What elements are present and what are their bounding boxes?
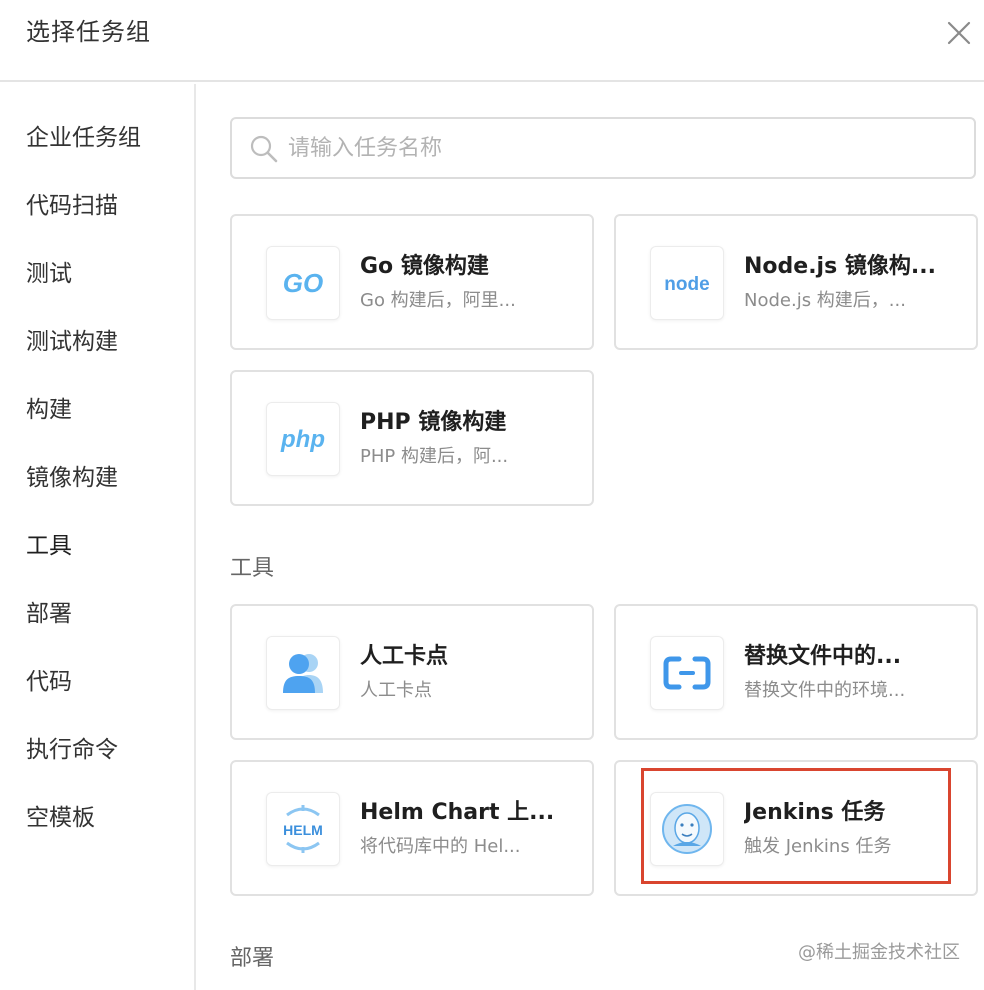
sidebar-item-empty-template[interactable]: 空模板 [26,798,95,838]
close-icon [947,21,971,45]
card-title: Jenkins 任务 [744,800,886,825]
card-description: Go 构建后，阿里... [360,290,516,311]
card-title: Go 镜像构建 [360,254,489,279]
card-description: 触发 Jenkins 任务 [744,836,892,857]
card-description: Node.js 构建后，... [744,290,906,311]
sidebar-item-build[interactable]: 构建 [26,390,72,430]
task-card-manual-gate[interactable]: 人工卡点 人工卡点 [230,604,594,740]
task-card-jenkins[interactable]: Jenkins 任务 触发 Jenkins 任务 [614,760,978,896]
search-icon [250,135,278,163]
task-card-php-image-build[interactable]: php PHP 镜像构建 PHP 构建后，阿... [230,370,594,506]
dialog-title: 选择任务组 [26,18,151,46]
task-list-panel: GO Go 镜像构建 Go 构建后，阿里... node Node.js 镜像构… [198,84,984,990]
sidebar-item-code-scan[interactable]: 代码扫描 [26,186,118,226]
svg-text:php: php [280,426,325,453]
sidebar-item-execute-command[interactable]: 执行命令 [26,730,118,770]
task-card-replace-file[interactable]: 替换文件中的... 替换文件中的环境... [614,604,978,740]
watermark: @稀土掘金技术社区 [798,942,960,963]
section-title-deploy: 部署 [230,946,275,971]
sidebar-item-test-build[interactable]: 测试构建 [26,322,118,362]
svg-text:GO: GO [283,268,323,298]
task-card-helm-chart-upload[interactable]: HELM Helm Chart 上... 将代码库中的 Hel... [230,760,594,896]
helm-icon: HELM [266,792,340,866]
card-title: 替换文件中的... [744,644,902,669]
task-card-nodejs-image-build[interactable]: node Node.js 镜像构... Node.js 构建后，... [614,214,978,350]
go-icon: GO [266,246,340,320]
card-title: PHP 镜像构建 [360,410,507,435]
section-title-tools: 工具 [230,556,275,581]
card-description: PHP 构建后，阿... [360,446,509,467]
jenkins-icon [650,792,724,866]
card-description: 替换文件中的环境... [744,680,906,701]
sidebar-item-test[interactable]: 测试 [26,254,72,294]
card-title: Helm Chart 上... [360,800,555,825]
sidebar-item-code[interactable]: 代码 [26,662,72,702]
php-icon: php [266,402,340,476]
select-task-group-dialog: 选择任务组 企业任务组 代码扫描 测试 测试构建 构建 镜像构建 工具 部署 代… [0,0,984,990]
svg-text:HELM: HELM [283,822,323,838]
close-button[interactable] [940,14,978,52]
svg-text:node: node [664,274,709,295]
sidebar-item-image-build[interactable]: 镜像构建 [26,458,118,498]
nodejs-icon: node [650,246,724,320]
task-card-go-image-build[interactable]: GO Go 镜像构建 Go 构建后，阿里... [230,214,594,350]
card-title: 人工卡点 [360,644,449,669]
dialog-header: 选择任务组 [0,0,984,82]
search-input[interactable] [288,127,948,169]
card-title: Node.js 镜像构... [744,254,936,279]
replace-file-icon [650,636,724,710]
search-box[interactable] [230,117,976,179]
sidebar-item-tools[interactable]: 工具 [26,526,72,566]
category-sidebar: 企业任务组 代码扫描 测试 测试构建 构建 镜像构建 工具 部署 代码 执行命令… [0,84,196,990]
card-description: 人工卡点 [360,680,432,701]
sidebar-item-deploy[interactable]: 部署 [26,594,72,634]
sidebar-item-enterprise-task-group[interactable]: 企业任务组 [26,118,141,158]
manual-gate-user-icon [266,636,340,710]
card-description: 将代码库中的 Hel... [360,836,521,857]
